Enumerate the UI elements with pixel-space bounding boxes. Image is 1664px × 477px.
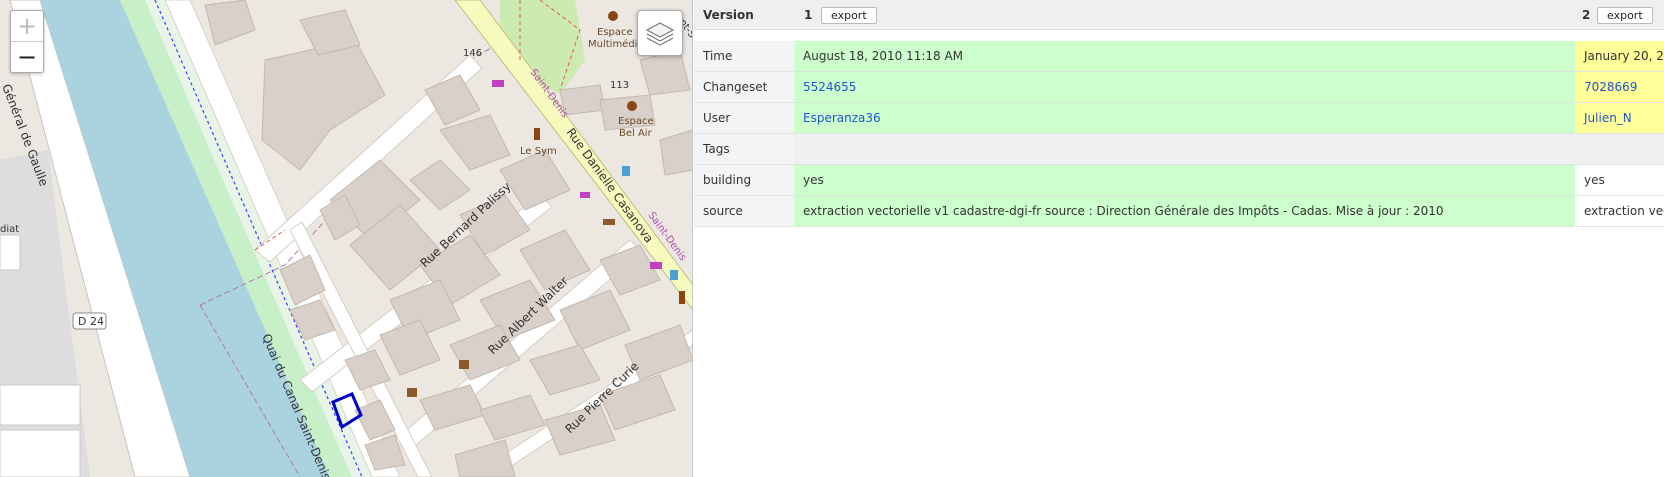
tags-v1 bbox=[794, 134, 1575, 164]
version-history-panel: Version 1 export 2 export Time August 18… bbox=[694, 0, 1664, 477]
row-key-building: building bbox=[694, 165, 794, 195]
row-tags-header: Tags bbox=[694, 134, 1664, 165]
label-espace-bel-air-1: Espace bbox=[618, 116, 654, 127]
export-v1-button[interactable]: export bbox=[821, 7, 877, 24]
row-key-changeset: Changeset bbox=[694, 72, 794, 102]
layers-button[interactable] bbox=[637, 10, 683, 56]
export-v2-button[interactable]: export bbox=[1597, 7, 1653, 24]
row-building: building yes yes bbox=[694, 165, 1664, 196]
time-v2: January 20, 2011 bbox=[1575, 41, 1664, 71]
label-113: 113 bbox=[610, 80, 629, 91]
svg-text:D 24: D 24 bbox=[78, 315, 104, 328]
user-v2-cell: Julien_N bbox=[1575, 103, 1664, 133]
source-v2: extraction vectorielle bbox=[1575, 196, 1664, 226]
label-146: 146 bbox=[463, 48, 482, 59]
map-canvas[interactable]: Général de Gaulle Quai du Canal Saint-De… bbox=[0, 0, 693, 477]
road-shield-d24: D 24 bbox=[72, 312, 107, 330]
building-v2: yes bbox=[1575, 165, 1664, 195]
label-partial-diat: diat bbox=[0, 224, 19, 235]
version-1-number: 1 bbox=[804, 8, 813, 22]
version-header-row: Version 1 export 2 export bbox=[694, 0, 1664, 30]
user-v1-link[interactable]: Esperanza36 bbox=[803, 111, 881, 125]
zoom-out-button[interactable]: − bbox=[11, 41, 43, 72]
changeset-v2-link[interactable]: 7028669 bbox=[1584, 80, 1637, 94]
row-changeset: Changeset 5524655 7028669 bbox=[694, 72, 1664, 103]
version-title: Version bbox=[703, 8, 754, 22]
zoom-in-button[interactable]: + bbox=[11, 11, 43, 41]
row-key-source: source bbox=[694, 196, 794, 226]
row-source: source extraction vectorielle v1 cadastr… bbox=[694, 196, 1664, 227]
row-time: Time August 18, 2010 11:18 AM January 20… bbox=[694, 41, 1664, 72]
building-v1: yes bbox=[794, 165, 1575, 195]
row-user: User Esperanza36 Julien_N bbox=[694, 103, 1664, 134]
label-espace-multimedia-1: Espace bbox=[597, 27, 633, 38]
source-v1: extraction vectorielle v1 cadastre-dgi-f… bbox=[794, 196, 1575, 226]
changeset-v1-link[interactable]: 5524655 bbox=[803, 80, 856, 94]
zoom-control: + − bbox=[10, 10, 44, 73]
row-key-tags: Tags bbox=[694, 134, 794, 164]
label-le-sym: Le Sym bbox=[520, 146, 557, 157]
changeset-v1-cell: 5524655 bbox=[794, 72, 1575, 102]
label-espace-bel-air-2: Bel Air bbox=[619, 128, 653, 139]
time-v1: August 18, 2010 11:18 AM bbox=[794, 41, 1575, 71]
changeset-v2-cell: 7028669 bbox=[1575, 72, 1664, 102]
row-key-time: Time bbox=[694, 41, 794, 71]
map-view[interactable]: Général de Gaulle Quai du Canal Saint-De… bbox=[0, 0, 693, 477]
label-espace-multimedia-2: Multimédia bbox=[588, 38, 644, 50]
layers-icon bbox=[645, 22, 675, 46]
user-v2-link[interactable]: Julien_N bbox=[1584, 111, 1632, 125]
user-v1-cell: Esperanza36 bbox=[794, 103, 1575, 133]
version-2-number: 2 bbox=[1582, 8, 1591, 22]
tags-v2 bbox=[1575, 134, 1664, 164]
row-key-user: User bbox=[694, 103, 794, 133]
